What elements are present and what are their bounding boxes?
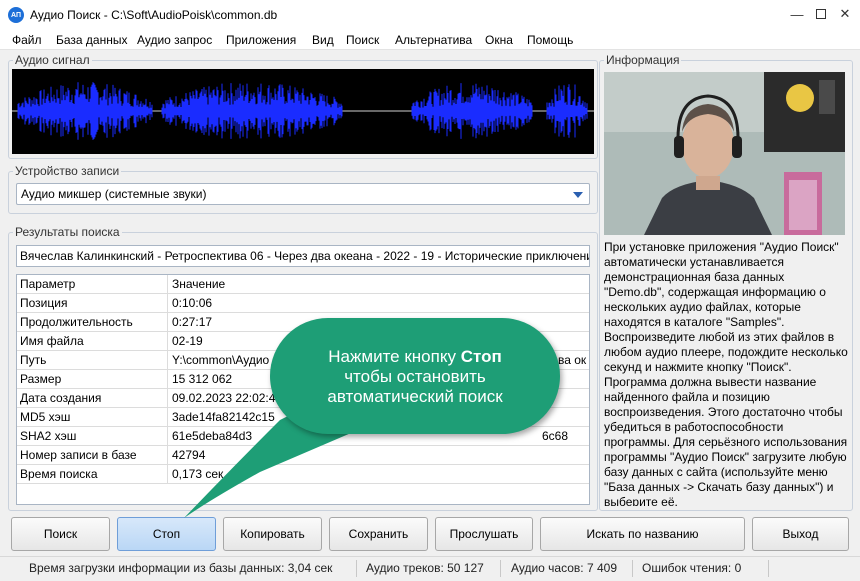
table-cell-parameter: SHA2 хэш [17,427,168,446]
table-cell-parameter: Продолжительность [17,313,168,332]
table-cell-parameter: Путь [17,351,168,370]
menu-windows[interactable]: Окна [485,33,513,47]
search-results-label: Результаты поиска [13,225,122,239]
status-bar: Время загрузки информации из базы данных… [0,556,860,581]
audio-signal-label: Аудио сигнал [13,53,92,67]
listen-button[interactable]: Прослушать [435,517,533,551]
status-load-time: Время загрузки информации из базы данных… [29,561,333,575]
table-cell-parameter: Позиция [17,294,168,313]
table-cell-parameter: Размер [17,370,168,389]
search-by-name-button[interactable]: Искать по названию [540,517,745,551]
app-icon: АП [8,7,24,23]
table-cell-overflow: ва ок [558,353,587,367]
search-button[interactable]: Поиск [11,517,110,551]
waveform-trace [17,82,588,140]
information-text: При установке приложения "Аудио Поиск" а… [604,240,848,506]
audio-waveform [12,69,594,154]
callout-stop-word: Стоп [460,347,502,366]
search-result-title[interactable]: Вячеслав Калинкинский - Ретроспектива 06… [16,245,590,267]
table-cell-parameter: Дата создания [17,389,168,408]
table-cell-parameter: Время поиска [17,465,168,484]
status-hours: Аудио часов: 7 409 [511,561,617,575]
search-result-text: Вячеслав Калинкинский - Ретроспектива 06… [20,249,590,263]
table-row[interactable]: Позиция 0:10:06 [17,294,589,313]
information-label: Информация [604,53,682,67]
title-bar: АП Аудио Поиск - C:\Soft\AudioPoisk\comm… [0,0,860,31]
menu-view[interactable]: Вид [312,33,334,47]
exit-button[interactable]: Выход [752,517,849,551]
menu-database[interactable]: База данных [56,33,127,47]
chevron-down-icon[interactable] [573,192,583,198]
status-read-errors: Ошибок чтения: 0 [642,561,742,575]
recording-device-select[interactable]: Аудио микшер (системные звуки) [16,183,590,205]
table-cell-parameter: Номер записи в базе [17,446,168,465]
table-header: Параметр Значение [17,275,589,294]
recording-device-value: Аудио микшер (системные звуки) [21,187,207,201]
table-cell-value: 0:10:06 [172,296,213,310]
status-separator [500,560,501,577]
menu-search[interactable]: Поиск [346,33,379,47]
close-icon[interactable]: ✕ [830,0,860,28]
presenter-photo-image [604,72,845,235]
menu-audio-query[interactable]: Аудио запрос [137,33,212,47]
status-separator [632,560,633,577]
column-header-value: Значение [172,277,226,291]
status-separator [356,560,357,577]
menu-applications[interactable]: Приложения [226,33,296,47]
menu-bar: Файл База данных Аудио запрос Приложения… [0,31,860,50]
callout-text: Нажмите кнопку Стоп чтобы остановить авт… [270,347,560,407]
waveform-graph [12,82,594,140]
callout-bubble: Нажмите кнопку Стоп чтобы остановить авт… [270,318,560,434]
menu-alternative[interactable]: Альтернатива [395,33,472,47]
window-title: Аудио Поиск - C:\Soft\AudioPoisk\common.… [30,8,278,22]
table-cell-overflow: 6c68 [542,429,569,443]
recording-device-label: Устройство записи [13,164,122,178]
status-tracks: Аудио треков: 50 127 [366,561,484,575]
presenter-photo [604,72,845,235]
callout-line2: чтобы остановить [344,367,486,386]
menu-file[interactable]: Файл [12,33,42,47]
column-header-parameter: Параметр [17,275,168,294]
menu-help[interactable]: Помощь [527,33,573,47]
status-separator [768,560,769,577]
table-cell-parameter: Имя файла [17,332,168,351]
table-cell-parameter: MD5 хэш [17,408,168,427]
callout-line1-prefix: Нажмите кнопку [328,347,461,366]
callout-line3: автоматический поиск [327,387,503,406]
